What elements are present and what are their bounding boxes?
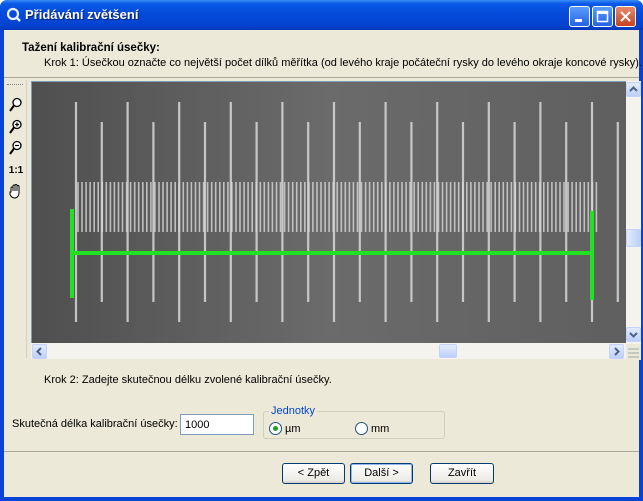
- step1-instruction: Krok 1: Úsečkou označte co největší poče…: [44, 57, 642, 69]
- scroll-up-button[interactable]: [626, 82, 641, 97]
- unit-mm-label[interactable]: mm: [371, 423, 389, 435]
- zoom-in-icon: [9, 119, 22, 134]
- maximize-button[interactable]: [592, 6, 613, 27]
- zoom-in-button[interactable]: [7, 119, 25, 137]
- calibration-image-viewer[interactable]: [31, 81, 628, 345]
- dialog-window: Přidávání zvětšení Tažení kalibrační úse…: [0, 0, 643, 501]
- length-label: Skutečná délka kalibrační úsečky:: [12, 418, 178, 430]
- scroll-left-button[interactable]: [32, 344, 47, 359]
- image-toolbar: 1:1: [4, 80, 27, 358]
- horizontal-scroll-thumb[interactable]: [439, 344, 457, 358]
- minimize-button[interactable]: [569, 6, 590, 27]
- back-button[interactable]: < Zpět: [282, 463, 345, 484]
- wizard-header: Tažení kalibrační úsečky: Krok 1: Úsečko…: [4, 30, 642, 78]
- title-bar[interactable]: Přidávání zvětšení: [0, 0, 643, 30]
- zoom-tool-button[interactable]: [7, 97, 25, 115]
- zoom-out-icon: [9, 140, 22, 155]
- zoom-out-button[interactable]: [7, 140, 25, 158]
- length-input[interactable]: [180, 414, 254, 435]
- unit-um-label[interactable]: µm: [285, 423, 301, 435]
- zoom-icon: [9, 97, 22, 112]
- viewer-horizontal-scrollbar[interactable]: [31, 343, 627, 359]
- unit-um-radio[interactable]: [269, 422, 282, 435]
- arrow-left-icon: [36, 347, 42, 356]
- scroll-down-button[interactable]: [626, 327, 641, 342]
- actual-size-button[interactable]: 1:1: [7, 162, 25, 180]
- actual-size-label: 1:1: [8, 165, 24, 176]
- toolbar-grip[interactable]: [7, 84, 23, 87]
- size-grip-icon: [628, 348, 639, 358]
- arrow-down-icon: [629, 332, 638, 338]
- arrow-up-icon: [629, 86, 638, 92]
- vertical-scroll-thumb[interactable]: [626, 229, 641, 247]
- scroll-right-button[interactable]: [609, 344, 624, 359]
- micrometer-scale-image[interactable]: [32, 82, 627, 344]
- maximize-icon: [596, 10, 609, 23]
- pan-tool-button[interactable]: [7, 183, 25, 201]
- units-legend: Jednotky: [269, 405, 318, 417]
- next-button[interactable]: Další >: [350, 463, 413, 484]
- close-button[interactable]: Zavřít: [430, 463, 494, 484]
- viewer-vertical-scrollbar[interactable]: [626, 81, 641, 344]
- app-icon: [6, 7, 21, 22]
- step2-instruction: Krok 2: Zadejte skutečnou délku zvolené …: [44, 374, 332, 386]
- minimize-icon: [575, 19, 582, 22]
- scrollbar-corner: [626, 344, 641, 360]
- unit-mm-radio[interactable]: [355, 422, 368, 435]
- arrow-right-icon: [614, 347, 620, 356]
- button-separator: [4, 451, 639, 452]
- header-title: Tažení kalibrační úsečky:: [22, 42, 160, 54]
- window-title: Přidávání zvětšení: [25, 7, 139, 22]
- dialog-client-area: Tažení kalibrační úsečky: Krok 1: Úsečko…: [4, 30, 642, 497]
- close-window-button[interactable]: [615, 6, 636, 27]
- close-icon: [620, 11, 631, 22]
- pan-hand-icon: [9, 184, 20, 199]
